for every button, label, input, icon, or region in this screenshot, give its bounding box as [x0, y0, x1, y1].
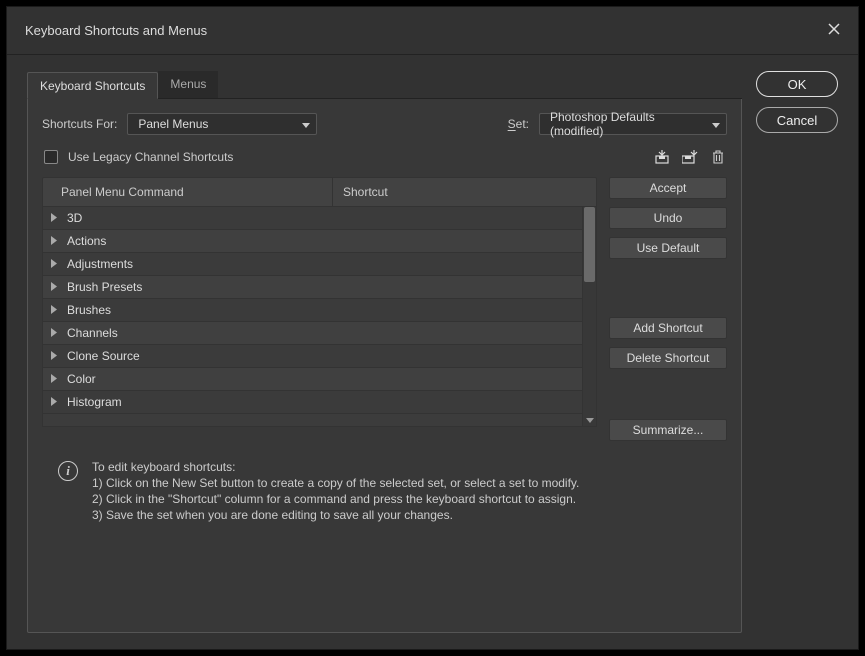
- tab-menus[interactable]: Menus: [158, 71, 218, 98]
- row-label: Actions: [67, 234, 582, 248]
- set-select[interactable]: Photoshop Defaults (modified): [539, 113, 727, 135]
- dialog-keyboard-shortcuts: Keyboard Shortcuts and Menus Keyboard Sh…: [6, 6, 859, 650]
- chevron-right-icon: [51, 280, 59, 294]
- col-header-command: Panel Menu Command: [43, 178, 333, 206]
- instructions-heading: To edit keyboard shortcuts:: [92, 459, 579, 475]
- chevron-down-icon: [712, 117, 720, 131]
- table-row[interactable]: Actions: [43, 230, 582, 253]
- table-row[interactable]: Histogram: [43, 391, 582, 414]
- legacy-checkbox[interactable]: [44, 150, 58, 164]
- second-row: Use Legacy Channel Shortcuts: [42, 149, 727, 165]
- row-label: Clone Source: [67, 349, 582, 363]
- set-label: Set:: [508, 117, 529, 131]
- shortcuts-for-label: Shortcuts For:: [42, 117, 117, 131]
- set-icon-buttons: [653, 149, 727, 165]
- delete-shortcut-button[interactable]: Delete Shortcut: [609, 347, 727, 369]
- side-column: OK Cancel: [756, 71, 838, 633]
- chevron-right-icon: [51, 211, 59, 225]
- ok-button[interactable]: OK: [756, 71, 838, 97]
- shortcuts-for-value: Panel Menus: [138, 117, 208, 131]
- scroll-down-icon: [583, 414, 596, 426]
- save-set-icon: [654, 150, 670, 164]
- close-icon: [828, 23, 840, 35]
- col-header-shortcut: Shortcut: [333, 185, 596, 199]
- instructions-text: To edit keyboard shortcuts: 1) Click on …: [92, 459, 579, 523]
- row-label: Channels: [67, 326, 582, 340]
- row-label: Histogram: [67, 395, 582, 409]
- scrollbar[interactable]: [582, 207, 596, 426]
- table-row[interactable]: Adjustments: [43, 253, 582, 276]
- instructions-line1: 1) Click on the New Set button to create…: [92, 475, 579, 491]
- summarize-button[interactable]: Summarize...: [609, 419, 727, 441]
- trash-icon: [710, 150, 726, 164]
- save-set-button[interactable]: [681, 149, 699, 165]
- dialog-title: Keyboard Shortcuts and Menus: [25, 23, 207, 38]
- instructions: i To edit keyboard shortcuts: 1) Click o…: [42, 441, 727, 527]
- row-label: Brushes: [67, 303, 582, 317]
- cancel-button[interactable]: Cancel: [756, 107, 838, 133]
- chevron-right-icon: [51, 395, 59, 409]
- chevron-right-icon: [51, 234, 59, 248]
- table-row[interactable]: Brush Presets: [43, 276, 582, 299]
- legacy-label: Use Legacy Channel Shortcuts: [68, 150, 233, 164]
- row-label: Color: [67, 372, 582, 386]
- main-column: Keyboard Shortcuts Menus Shortcuts For: …: [27, 71, 742, 633]
- info-icon: i: [58, 461, 78, 481]
- accept-button[interactable]: Accept: [609, 177, 727, 199]
- table-header: Panel Menu Command Shortcut: [42, 177, 597, 207]
- chevron-right-icon: [51, 303, 59, 317]
- chevron-right-icon: [51, 372, 59, 386]
- new-set-button[interactable]: [653, 149, 671, 165]
- undo-button[interactable]: Undo: [609, 207, 727, 229]
- tab-strip: Keyboard Shortcuts Menus: [27, 71, 742, 99]
- row-label: 3D: [67, 211, 582, 225]
- table-row[interactable]: Channels: [43, 322, 582, 345]
- dialog-body: Keyboard Shortcuts Menus Shortcuts For: …: [7, 55, 858, 649]
- instructions-line2: 2) Click in the "Shortcut" column for a …: [92, 491, 579, 507]
- table-actions: Accept Undo Use Default Add Shortcut Del…: [609, 177, 727, 441]
- tab-content: Shortcuts For: Panel Menus Set: Photosho…: [27, 99, 742, 633]
- set-value: Photoshop Defaults (modified): [550, 110, 704, 138]
- delete-set-button[interactable]: [709, 149, 727, 165]
- close-button[interactable]: [824, 18, 844, 43]
- use-default-button[interactable]: Use Default: [609, 237, 727, 259]
- table-row[interactable]: Color: [43, 368, 582, 391]
- row-label: Adjustments: [67, 257, 582, 271]
- table-body: 3D Actions Adjustments Brush Presets Brushes…: [42, 207, 597, 427]
- table-row[interactable]: Brushes: [43, 299, 582, 322]
- chevron-right-icon: [51, 349, 59, 363]
- table-rows: 3D Actions Adjustments Brush Presets Brushes…: [43, 207, 582, 426]
- row-label: Brush Presets: [67, 280, 582, 294]
- scrollbar-thumb[interactable]: [584, 207, 595, 282]
- table-area: Panel Menu Command Shortcut 3D Actions Adj…: [42, 177, 727, 441]
- chevron-right-icon: [51, 257, 59, 271]
- shortcuts-table: Panel Menu Command Shortcut 3D Actions Adj…: [42, 177, 597, 441]
- chevron-right-icon: [51, 326, 59, 340]
- top-row: Shortcuts For: Panel Menus Set: Photosho…: [42, 113, 727, 135]
- shortcuts-for-select[interactable]: Panel Menus: [127, 113, 317, 135]
- instructions-line3: 3) Save the set when you are done editin…: [92, 507, 579, 523]
- add-shortcut-button[interactable]: Add Shortcut: [609, 317, 727, 339]
- chevron-down-icon: [302, 117, 310, 131]
- tab-keyboard-shortcuts[interactable]: Keyboard Shortcuts: [27, 72, 158, 99]
- new-set-icon: [682, 150, 698, 164]
- titlebar: Keyboard Shortcuts and Menus: [7, 7, 858, 55]
- table-row[interactable]: 3D: [43, 207, 582, 230]
- table-row[interactable]: Clone Source: [43, 345, 582, 368]
